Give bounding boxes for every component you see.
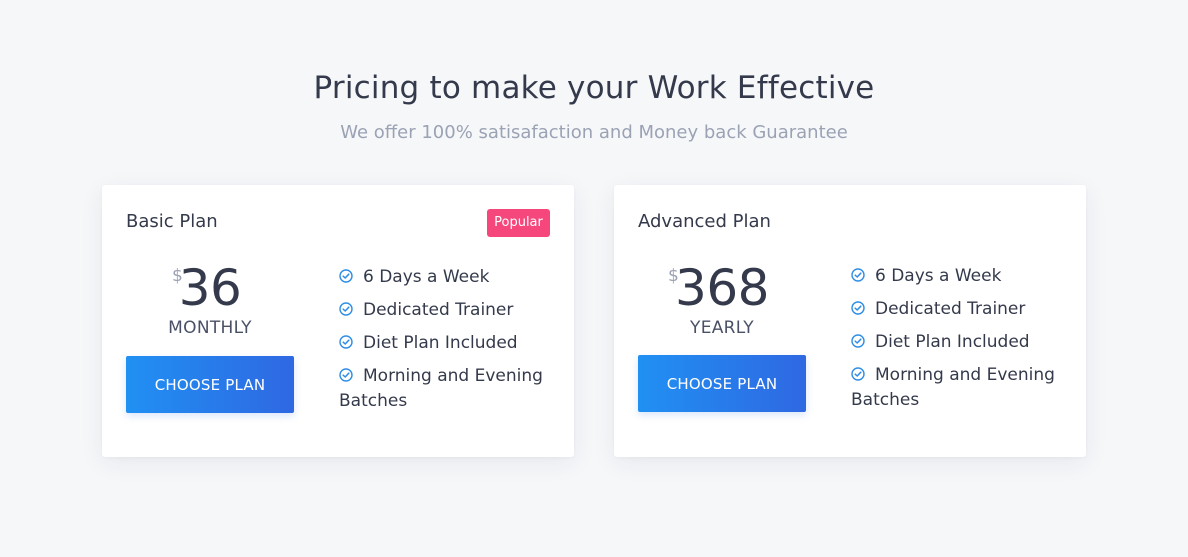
price-block: $ 368 YEARLY [638,260,806,338]
feature-item: Dedicated Trainer [851,297,1071,322]
currency-symbol: $ [668,266,679,286]
check-circle-icon [851,301,865,315]
check-circle-icon [339,302,353,316]
currency-symbol: $ [172,266,183,286]
pricing-card-advanced: Advanced Plan $ 368 YEARLY CHOOSE PLAN 6… [614,185,1086,457]
price-amount: 36 [178,259,242,317]
feature-item: Morning and Evening Batches [339,364,559,414]
pricing-section: Pricing to make your Work Effective We o… [0,0,1188,557]
feature-label: 6 Days a Week [363,267,490,287]
choose-plan-button[interactable]: CHOOSE PLAN [126,356,294,413]
choose-plan-button[interactable]: CHOOSE PLAN [638,355,806,412]
page-title: Pricing to make your Work Effective [313,70,875,106]
check-circle-icon [851,367,865,381]
feature-label: Dedicated Trainer [875,299,1026,319]
feature-item: 6 Days a Week [851,264,1071,289]
check-circle-icon [851,334,865,348]
price-amount: 368 [675,259,769,317]
check-circle-icon [851,268,865,282]
check-circle-icon [339,368,353,382]
billing-period: MONTHLY [168,318,252,338]
feature-label: Diet Plan Included [875,332,1030,352]
feature-label: Diet Plan Included [363,333,518,353]
check-circle-icon [339,269,353,283]
page-subtitle: We offer 100% satisafaction and Money ba… [340,122,848,143]
feature-label: Dedicated Trainer [363,300,514,320]
billing-period: YEARLY [690,318,754,338]
feature-label: Morning and Evening Batches [851,365,1055,410]
plan-name: Advanced Plan [638,211,771,232]
feature-item: Morning and Evening Batches [851,363,1071,413]
feature-list: 6 Days a Week Dedicated Trainer Diet Pla… [851,264,1071,421]
feature-item: Dedicated Trainer [339,298,559,323]
popular-badge: Popular [487,209,550,237]
pricing-card-basic: Basic Plan Popular $ 36 MONTHLY CHOOSE P… [102,185,574,457]
feature-label: Morning and Evening Batches [339,366,543,411]
feature-item: Diet Plan Included [339,331,559,356]
check-circle-icon [339,335,353,349]
price-row: $ 36 [126,260,294,316]
price-block: $ 36 MONTHLY [126,260,294,338]
feature-list: 6 Days a Week Dedicated Trainer Diet Pla… [339,265,559,422]
feature-item: Diet Plan Included [851,330,1071,355]
price-row: $ 368 [638,260,806,316]
feature-item: 6 Days a Week [339,265,559,290]
feature-label: 6 Days a Week [875,266,1002,286]
plan-name: Basic Plan [126,211,218,232]
